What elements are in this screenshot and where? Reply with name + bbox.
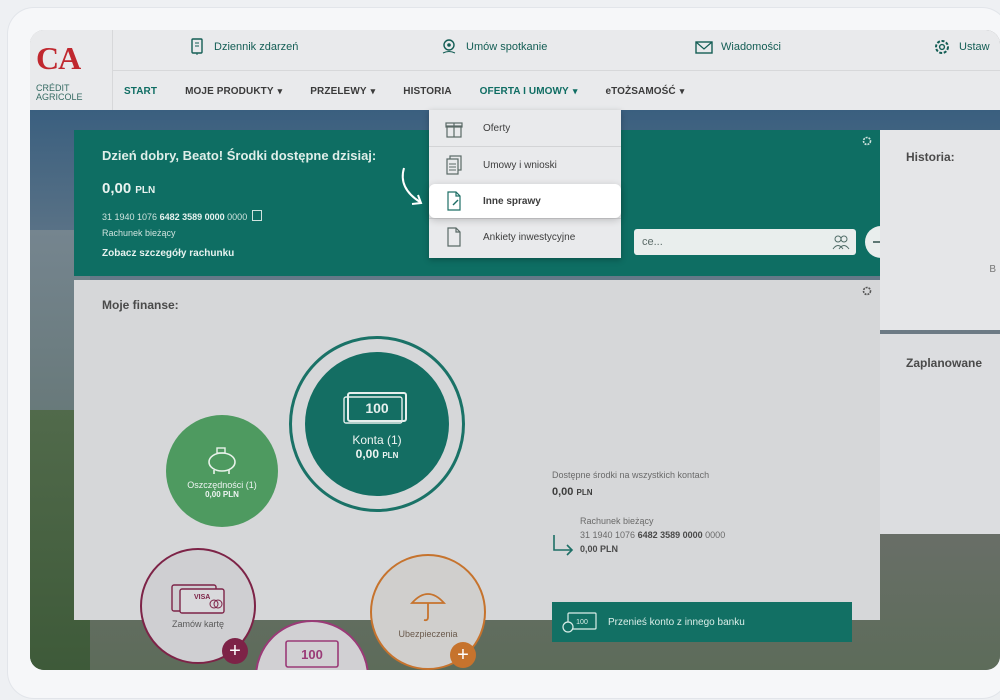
event-journal-link[interactable]: Dziennik zdarzeń — [188, 38, 298, 56]
top-actions: Dziennik zdarzeń Umów spotkanie Wiadomoś… — [150, 30, 1000, 66]
savings-bubble[interactable]: Oszczędności (1) 0,00 PLN — [166, 415, 278, 527]
banknote-value: 100 — [365, 400, 389, 416]
history-title: Historia: — [906, 150, 955, 164]
bank-logo[interactable]: CA CRÉDIT AGRICOLE — [30, 30, 113, 110]
nav-start[interactable]: START — [124, 86, 157, 97]
book-meeting-link[interactable]: Umów spotkanie — [440, 38, 547, 56]
dropdown-label-other-matters: Inne sprawy — [483, 195, 541, 207]
document-icon — [447, 227, 461, 247]
account-type: Rachunek bieżący — [102, 228, 176, 238]
current-account-label: Rachunek bieżący — [580, 516, 654, 526]
credit-card-icon: VISA — [171, 584, 225, 614]
my-finances-title: Moje finanse: — [102, 298, 179, 312]
search-placeholder: ce... — [642, 236, 663, 248]
accounts-label: Konta (1) — [352, 433, 402, 447]
meeting-label: Umów spotkanie — [466, 41, 548, 53]
planned-title: Zaplanowane — [906, 356, 983, 370]
greeting-text: Dzień dobry, Beato! Środki dostępne dzis… — [102, 148, 377, 163]
history-fragment: B — [989, 264, 996, 275]
messages-label: Wiadomości — [721, 41, 781, 53]
dropdown-item-contracts[interactable]: Umowy i wnioski — [429, 146, 621, 183]
banknote-icon: 100 — [343, 392, 407, 424]
logo-mark: CA — [36, 40, 81, 76]
messages-link[interactable]: Wiadomości — [695, 38, 781, 56]
current-account-number: 31 1940 1076 6482 3589 0000 0000 — [580, 530, 726, 540]
contacts-icon[interactable] — [832, 234, 850, 250]
gift-icon — [445, 122, 463, 138]
browser-screen: CA CRÉDIT AGRICOLE Dziennik zdarzeń Umów… — [30, 30, 1000, 670]
account-number: 31 1940 1076 6482 3589 0000 0000 — [102, 210, 262, 222]
savings-label: Oszczędności (1) — [187, 479, 257, 490]
savings-value: 0,00 PLN — [205, 489, 239, 499]
my-finances-panel: Moje finanse: 100 Konta (1) 0,00 PLN Osz… — [74, 280, 880, 670]
accounts-value: 0,00 PLN — [355, 447, 399, 461]
gear-icon — [935, 40, 949, 54]
account-details-link[interactable]: Zobacz szczegóły rachunku — [102, 248, 234, 259]
total-available-label: Dostępne środki na wszystkich kontach — [552, 470, 710, 480]
accounts-bubble[interactable]: 100 Konta (1) 0,00 PLN — [305, 352, 449, 496]
card-settings-gear-icon[interactable] — [862, 136, 872, 146]
svg-text:100: 100 — [576, 619, 588, 626]
nav-offers-contracts[interactable]: OFERTA I UMOWY ▾ — [480, 86, 578, 97]
settings-label: Ustaw — [959, 41, 990, 53]
envelope-icon — [695, 41, 713, 54]
finances-settings-gear-icon[interactable] — [862, 286, 872, 296]
umbrella-icon — [409, 593, 447, 622]
order-card-plus-icon[interactable]: + — [222, 638, 248, 664]
dropdown-item-other-matters[interactable]: Inne sprawy — [429, 184, 621, 218]
transfer-account-button[interactable]: 100 Przenieś konto z innego banku — [552, 602, 852, 642]
pointer-arrow-icon — [401, 167, 423, 205]
order-card-label: Zamów kartę — [171, 619, 224, 629]
nav-history[interactable]: HISTORIA — [403, 86, 451, 97]
copy-icon[interactable] — [251, 210, 262, 221]
main-nav: START MOJE PRODUKTY ▾ PRZELEWY ▾ HISTORIA … — [112, 70, 1000, 111]
total-available-value: 0,00 PLN — [552, 486, 593, 498]
location-pin-icon — [442, 39, 456, 54]
settings-link[interactable]: Ustaw — [933, 38, 990, 56]
journal-icon — [191, 38, 203, 55]
current-account-value: 0,00 PLN — [580, 544, 619, 554]
total-available-info: Dostępne środki na wszystkich kontach 0,… — [552, 470, 852, 554]
nav-my-products[interactable]: MOJE PRODUKTY ▾ — [185, 86, 282, 97]
document-edit-icon — [447, 191, 461, 211]
dropdown-label-contracts: Umowy i wnioski — [483, 159, 557, 171]
banknote-value-2: 100 — [301, 647, 323, 662]
transfer-account-label: Przenieś konto z innego banku — [608, 616, 745, 628]
logo-text: CRÉDIT AGRICOLE — [36, 83, 83, 102]
insurance-label: Ubezpieczenia — [398, 629, 458, 639]
piggy-bank-icon — [208, 446, 236, 474]
available-balance: 0,00 PLN — [102, 180, 156, 197]
banknote-icon-2: 100 — [285, 640, 339, 668]
top-bar: CA CRÉDIT AGRICOLE Dziennik zdarzeń Umów… — [30, 30, 1000, 110]
dropdown-label-investment-surveys: Ankiety inwestycyjne — [483, 231, 576, 243]
history-panel: Historia: B — [880, 130, 1000, 330]
insurance-plus-icon[interactable]: + — [450, 642, 476, 668]
journal-label: Dziennik zdarzeń — [214, 41, 299, 53]
documents-icon — [446, 155, 462, 175]
nav-transfers[interactable]: PRZELEWY ▾ — [310, 86, 375, 97]
planned-panel: Zaplanowane — [880, 334, 1000, 534]
transfer-search-input[interactable]: ce... — [634, 229, 856, 255]
dropdown-item-investment-surveys[interactable]: Ankiety inwestycyjne — [429, 218, 621, 255]
banknote-transfer-icon: 100 — [562, 612, 597, 633]
nav-eidentity[interactable]: eTOŻSAMOŚĆ ▾ — [605, 86, 684, 97]
svg-text:VISA: VISA — [194, 594, 210, 601]
dropdown-label-offers: Oferty — [483, 122, 511, 134]
dropdown-item-offers[interactable]: Oferty — [429, 110, 621, 146]
branch-arrow-icon — [553, 535, 574, 556]
